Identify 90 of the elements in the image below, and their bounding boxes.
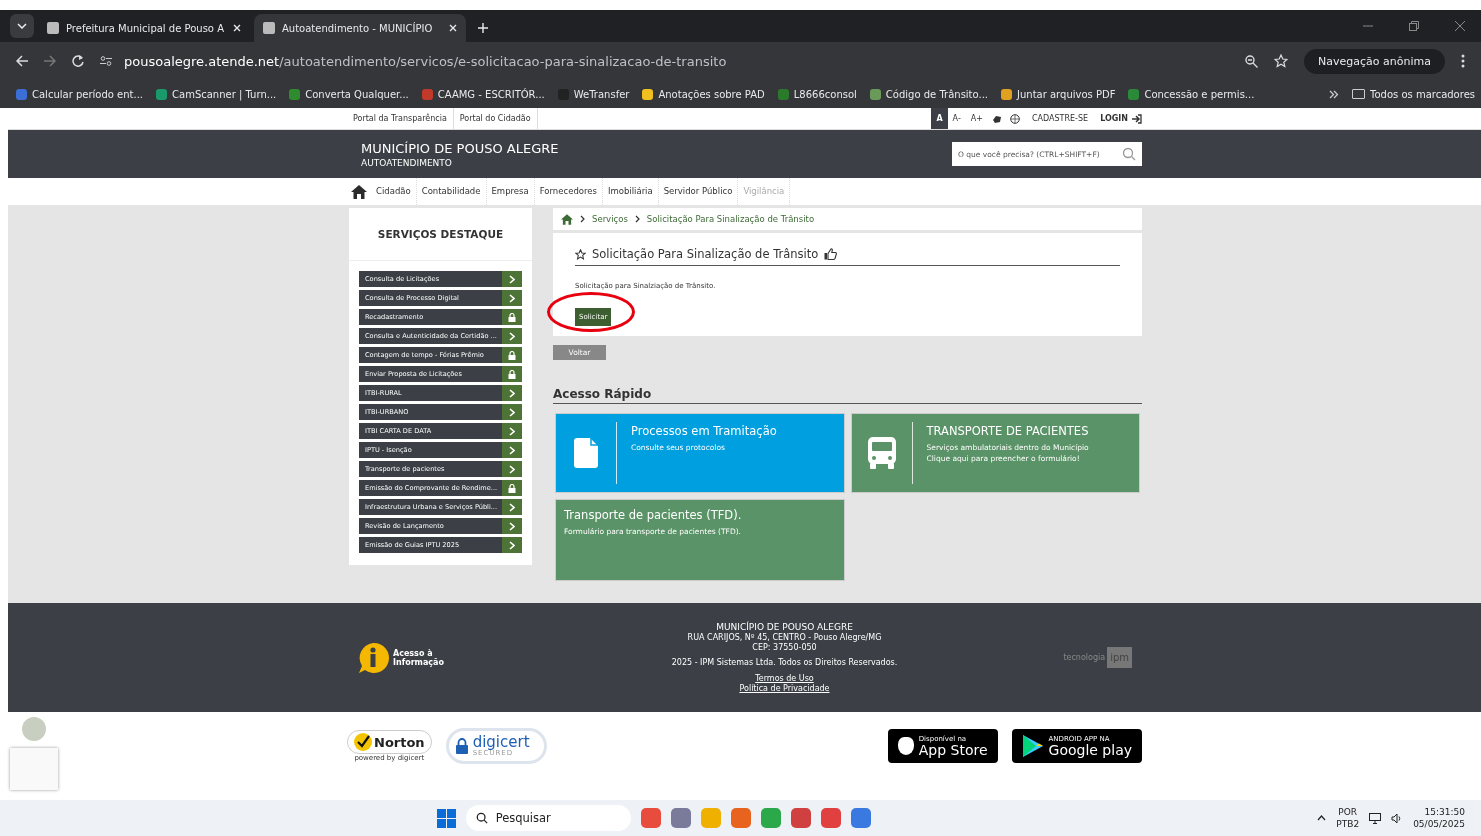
tile-title: Processos em Tramitação <box>631 424 777 438</box>
language-indicator[interactable]: POR PTB2 <box>1336 806 1360 830</box>
chevron-icon <box>509 331 515 341</box>
tile-title: Transporte de pacientes (TFD). <box>564 508 742 522</box>
lock-icon <box>508 483 516 493</box>
chevron-icon <box>580 215 585 223</box>
incognito-button[interactable]: Navegação anônima <box>1304 48 1445 74</box>
address-bar[interactable]: pousoalegre.atende.net/autoatendimento/servicos/e-solicitacao-para-sinalizacao-de-transito <box>100 53 1230 69</box>
login-link[interactable]: LOGIN <box>1092 108 1132 129</box>
breadcrumb-link[interactable]: Serviços <box>592 214 628 224</box>
top-link[interactable]: Portal da Transparência <box>347 108 454 129</box>
document-icon <box>574 438 598 468</box>
lock-icon <box>508 369 516 379</box>
new-tab-icon[interactable] <box>478 23 488 33</box>
service-title: Solicitação Para Sinalização de Trânsito <box>592 247 819 261</box>
taskbar-app-icon[interactable] <box>640 808 661 828</box>
bookmark[interactable]: L8666consol <box>777 88 857 100</box>
forward-icon[interactable] <box>44 55 56 67</box>
more-bookmarks-icon[interactable] <box>1329 89 1339 99</box>
taskbar-app-icon[interactable] <box>760 808 781 828</box>
footer-link[interactable]: Política de Privacidade <box>739 684 830 694</box>
nav-menu-item[interactable]: Empresa <box>486 178 535 205</box>
home-icon[interactable] <box>561 213 573 225</box>
restore-icon[interactable] <box>1409 21 1419 31</box>
caret-icon <box>17 23 27 29</box>
sidebar-title: SERVIÇOS DESTAQUE <box>349 208 532 261</box>
zoom-icon[interactable] <box>1245 54 1259 68</box>
tile-title: TRANSPORTE DE PACIENTES <box>926 424 1089 438</box>
taskbar-app-icon[interactable] <box>730 808 751 828</box>
bookmark[interactable]: Código de Trânsito... <box>869 88 988 100</box>
lock-icon <box>508 350 516 360</box>
site-title: MUNICÍPIO DE POUSO ALEGRE <box>361 140 559 156</box>
browser-tab[interactable]: Autoatendimento - MUNICÍPIO <box>254 14 466 42</box>
copyright-text: 2025 - IPM Sistemas Ltda. Todos os Direitos Reservados. <box>671 658 898 668</box>
footer-title: MUNICÍPIO DE POUSO ALEGRE <box>716 621 853 633</box>
reload-icon[interactable] <box>72 55 84 67</box>
font-size-button[interactable]: A <box>931 108 948 129</box>
footer-address: RUA CARIJOS, Nº 45, CENTRO - Pouso Alegre/MG <box>687 633 882 643</box>
favicon-icon <box>263 22 275 34</box>
site-settings-icon[interactable] <box>100 56 112 66</box>
search-icon[interactable] <box>1122 147 1136 161</box>
font-size-button[interactable]: A+ <box>965 108 988 129</box>
lock-icon <box>508 312 516 322</box>
network-icon[interactable] <box>1369 812 1382 824</box>
star-icon[interactable] <box>575 248 586 260</box>
bookmark[interactable]: Anotações sobre PAD <box>642 88 765 100</box>
taskbar-app-icon[interactable] <box>820 808 841 828</box>
nav-menu-item[interactable]: Contabilidade <box>416 178 487 205</box>
bookmark[interactable]: Concessão e permis... <box>1128 88 1255 100</box>
breadcrumb-link[interactable]: Solicitação Para Sinalização de Trânsito <box>646 214 815 224</box>
chevron-icon <box>634 215 640 223</box>
globe-icon[interactable] <box>1010 113 1020 124</box>
menu-icon[interactable] <box>1461 54 1465 68</box>
bookmark[interactable]: WeTransfer <box>557 88 630 100</box>
bookmark[interactable]: Calcular período ent... <box>16 88 144 100</box>
clock[interactable]: 15:31:50 05/05/2025 <box>1413 806 1465 830</box>
tray-expand-icon[interactable] <box>1317 815 1327 821</box>
footer-postcode: CEP: 37550-050 <box>752 643 817 653</box>
footer-link[interactable]: Termos de Uso <box>755 674 814 684</box>
thumbs-up-icon[interactable] <box>824 248 838 260</box>
back-icon[interactable] <box>16 55 28 67</box>
taskbar-app-icon[interactable] <box>670 808 691 828</box>
bookmark[interactable]: CamScanner | Turn... <box>156 88 277 100</box>
bus-icon <box>867 437 896 469</box>
all-bookmarks-button[interactable]: Todos os marcadores <box>1352 88 1475 100</box>
nav-menu-item[interactable]: Fornecedores <box>534 178 603 205</box>
nav-menu-item[interactable]: Imobiliária <box>602 178 659 205</box>
info-icon[interactable] <box>357 641 389 674</box>
nav-menu-item[interactable]: Cidadão <box>371 178 417 205</box>
section-heading: Acesso Rápido <box>553 387 1142 404</box>
tab-search-button[interactable] <box>10 14 34 38</box>
taskbar-search-field[interactable]: Pesquisar <box>465 805 631 831</box>
bookmark[interactable]: Converta Qualquer... <box>289 88 409 100</box>
browser-tab[interactable]: Prefeitura Municipal de Pouso A <box>38 14 250 42</box>
taskbar-app-icon[interactable] <box>850 808 871 828</box>
login-icon[interactable] <box>1132 113 1142 124</box>
site-subtitle: AUTOATENDIMENTO <box>361 157 453 168</box>
search-icon <box>475 812 488 824</box>
register-link[interactable]: CADASTRE-SE <box>1024 108 1093 129</box>
bookmark[interactable]: Juntar arquivos PDF <box>1001 88 1116 100</box>
info-access-link[interactable]: Acesso à Informação <box>393 648 453 667</box>
start-icon[interactable] <box>436 808 456 828</box>
home-icon[interactable] <box>351 184 367 199</box>
top-link[interactable]: Portal do Cidadão <box>453 108 538 129</box>
bookmark[interactable]: CAAMG - ESCRITÓR... <box>421 88 545 100</box>
nav-menu-item[interactable]: Servidor Público <box>658 178 739 205</box>
favicon-icon <box>47 22 59 34</box>
tech-label: tecnologia <box>1063 653 1106 662</box>
taskbar-app-icon[interactable] <box>790 808 811 828</box>
font-size-button[interactable]: A- <box>947 108 966 129</box>
